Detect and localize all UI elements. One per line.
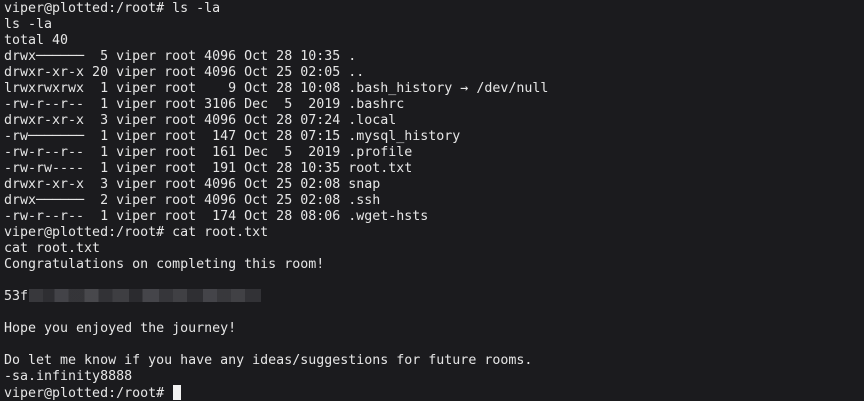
output-line: -rw-rw---- 1 viper root 191 Oct 28 10:35… <box>4 161 413 176</box>
prompt-line: viper@plotted:/root# ls -la <box>4 1 221 16</box>
redacted-flag <box>29 289 262 302</box>
output-line: Do let me know if you have any ideas/sug… <box>4 353 533 368</box>
echo-line: ls -la <box>4 17 53 32</box>
output-line: -rw-r--r-- 1 viper root 161 Dec 5 2019 .… <box>4 145 413 160</box>
cursor-block <box>173 385 182 400</box>
prompt-line: viper@plotted:/root# cat root.txt <box>4 225 269 240</box>
output-line: Congratulations on completing this room! <box>4 257 325 272</box>
output-line: drwx────── 2 viper root 4096 Oct 25 02:0… <box>4 193 381 208</box>
prompt-text: viper@plotted:/root# <box>4 386 173 401</box>
terminal-window[interactable]: viper@plotted:/root# ls -la ls -la total… <box>0 0 864 401</box>
output-line: -sa.infinity8888 <box>4 369 133 384</box>
output-line: lrwxrwxrwx 1 viper root 9 Oct 28 10:08 .… <box>4 81 549 96</box>
output-line: -rw-r--r-- 1 viper root 174 Oct 28 08:06… <box>4 209 429 224</box>
output-line: drwxr-xr-x 3 viper root 4096 Oct 28 07:2… <box>4 113 397 128</box>
output-line: -rw-r--r-- 1 viper root 3106 Dec 5 2019 … <box>4 97 405 112</box>
output-line: total 40 <box>4 33 69 48</box>
active-prompt-line[interactable]: viper@plotted:/root# <box>4 385 864 401</box>
output-line: drwx────── 5 viper root 4096 Oct 28 10:3… <box>4 49 357 64</box>
output-line: drwxr-xr-x 20 viper root 4096 Oct 25 02:… <box>4 65 365 80</box>
flag-line: 53f <box>4 289 864 305</box>
echo-line: cat root.txt <box>4 241 101 256</box>
output-line: drwxr-xr-x 3 viper root 4096 Oct 25 02:0… <box>4 177 381 192</box>
flag-prefix: 53f <box>4 289 29 304</box>
output-line: -rw─────── 1 viper root 147 Oct 28 07:15… <box>4 129 461 144</box>
output-line: Hope you enjoyed the journey! <box>4 321 237 336</box>
